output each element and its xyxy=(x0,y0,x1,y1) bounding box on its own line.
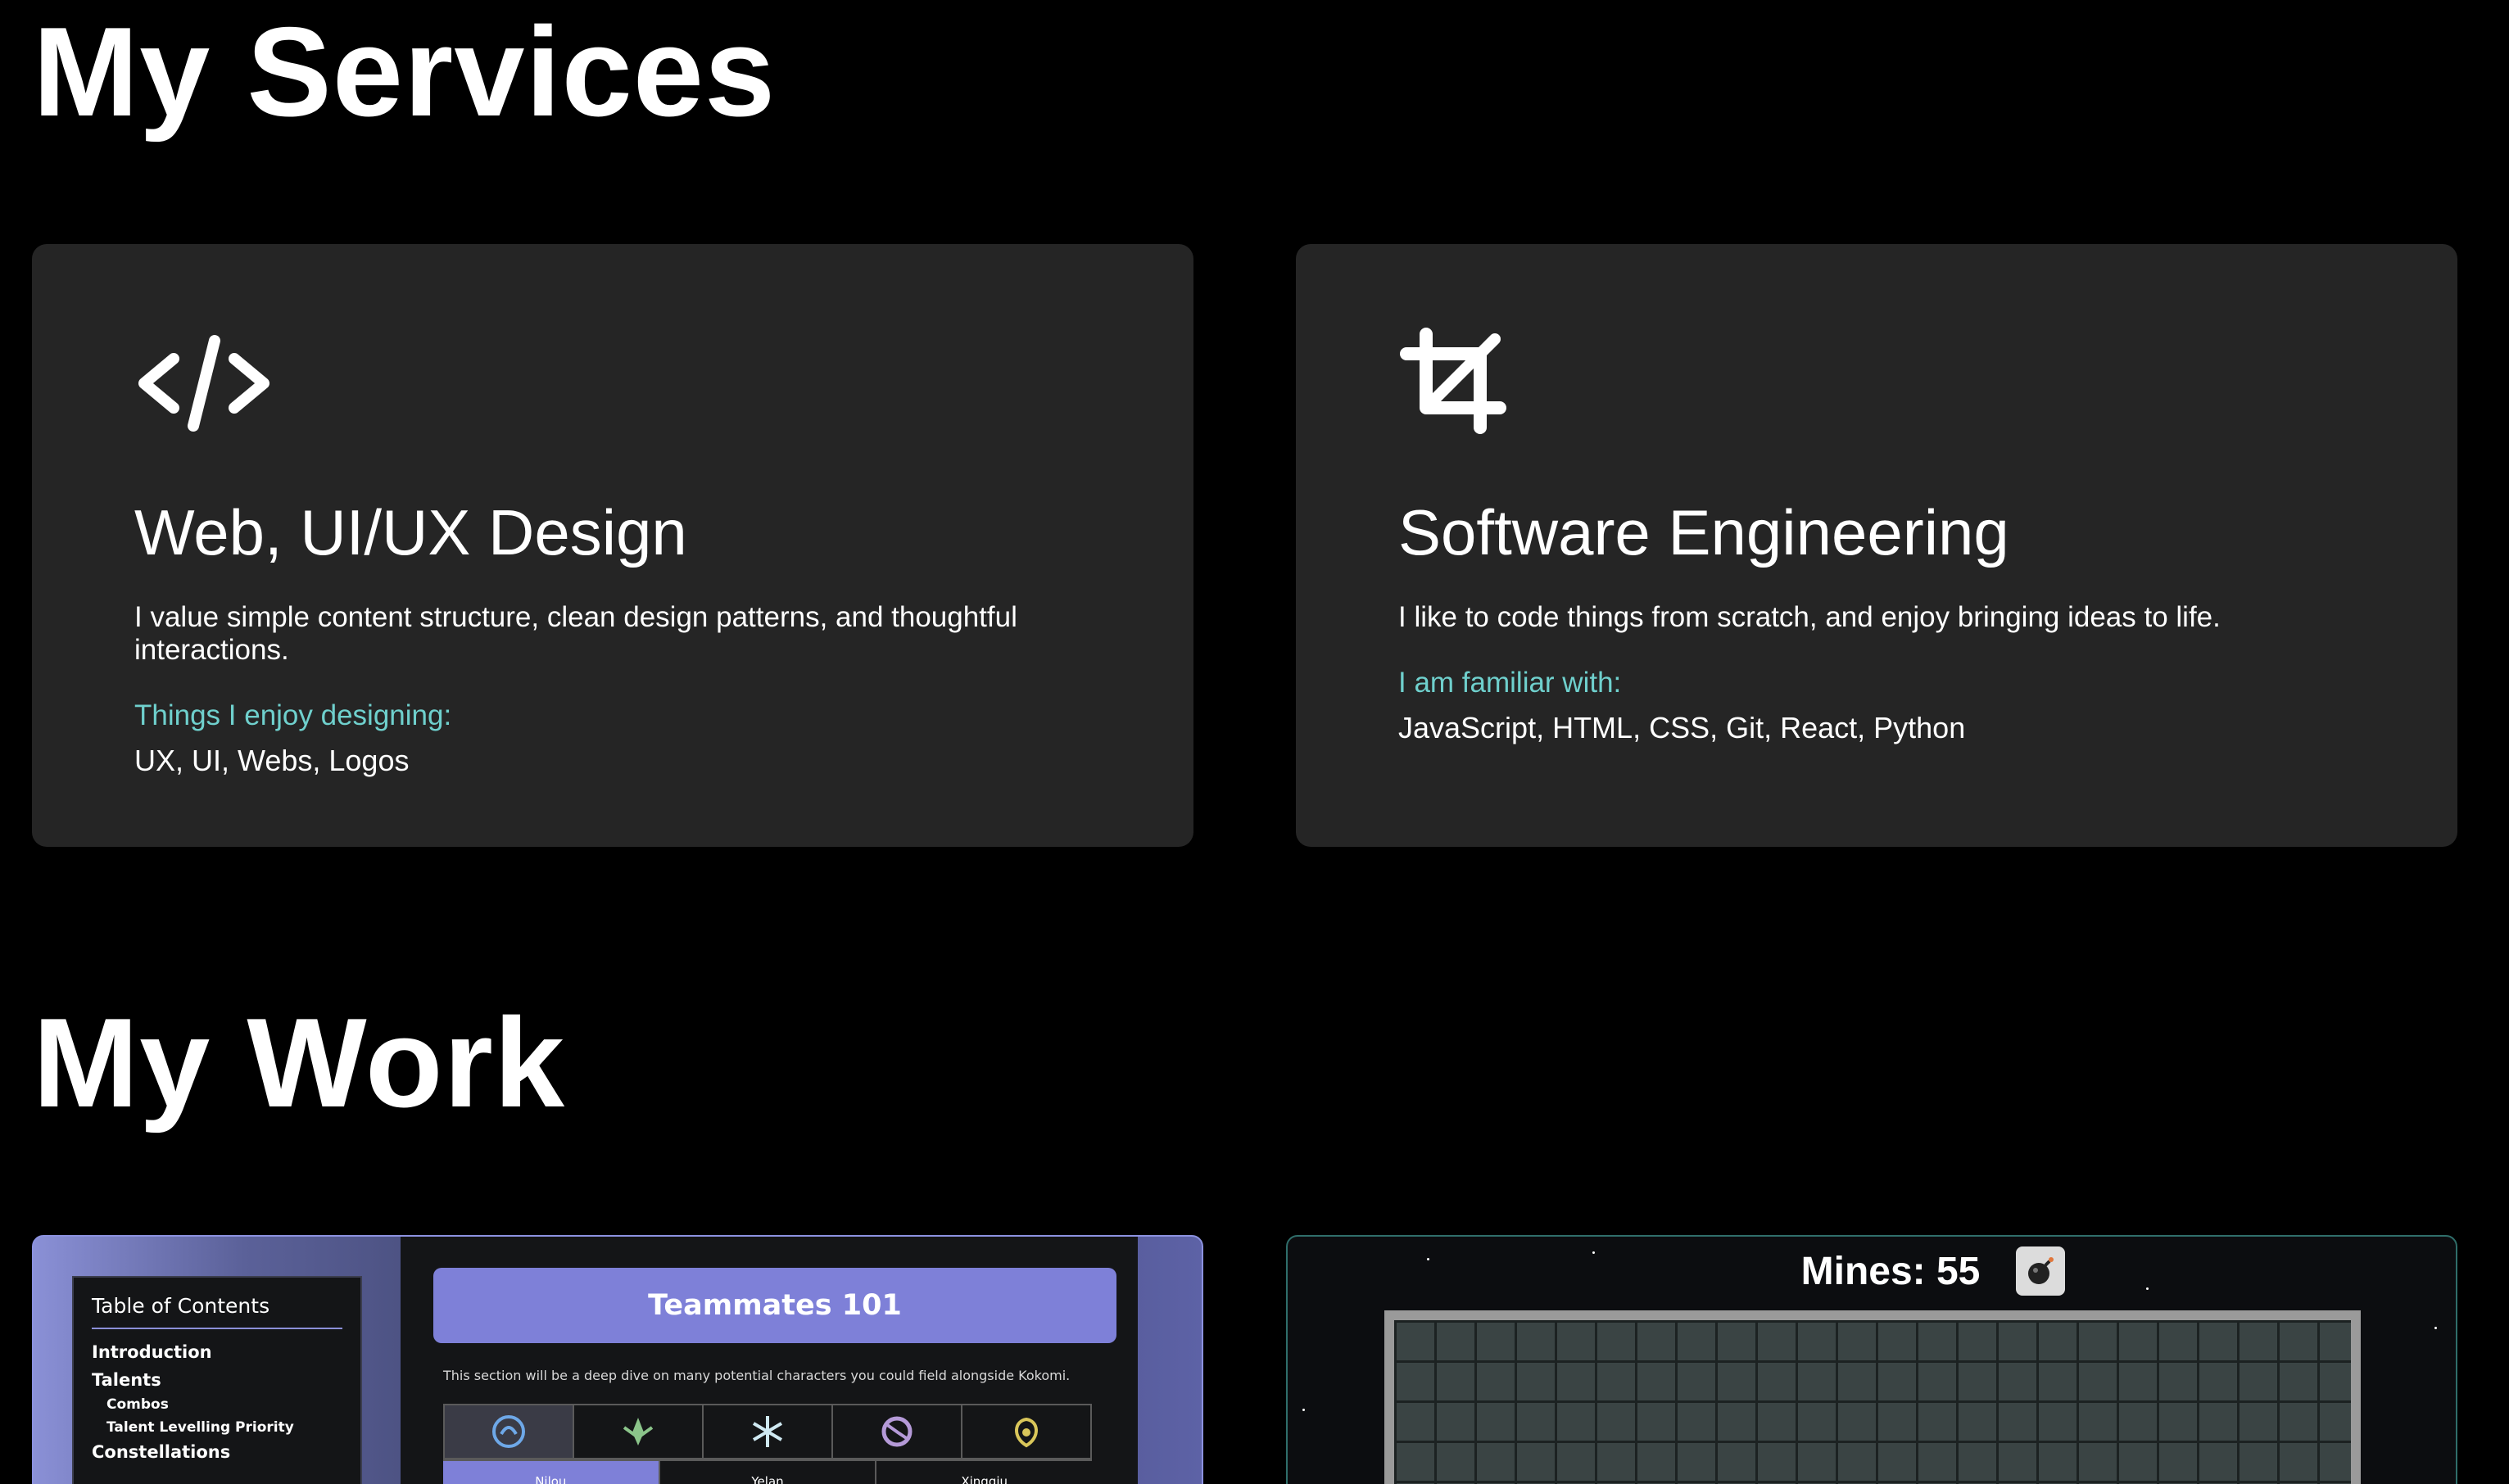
service-description: I like to code things from scratch, and … xyxy=(1398,600,2221,633)
service-title: Software Engineering xyxy=(1398,496,2009,568)
service-card-web-design: Web, UI/UX Design I value simple content… xyxy=(32,244,1193,847)
toc-subitem: Combos xyxy=(106,1396,169,1413)
service-card-software-engineering: Software Engineering I like to code thin… xyxy=(1296,244,2457,847)
work-card-kokomi-guide[interactable]: Table of Contents Introduction Talents C… xyxy=(32,1235,1203,1484)
mines-counter: Mines: 55 xyxy=(1800,1249,1981,1293)
service-title: Web, UI/UX Design xyxy=(134,496,687,568)
star-decoration xyxy=(2434,1327,2437,1329)
minesweeper-header: Mines: 55 xyxy=(1411,1246,2456,1296)
toc-item: Constellations xyxy=(92,1442,231,1462)
teammates-banner: Teammates 101 xyxy=(433,1268,1116,1343)
service-subheading: Things I enjoy designing: xyxy=(134,699,452,731)
services-heading: My Services xyxy=(33,1,777,143)
toc-item: Introduction xyxy=(92,1342,212,1362)
work-card-minesweeper[interactable]: Mines: 55 xyxy=(1286,1235,2457,1484)
crop-icon xyxy=(1400,328,1506,434)
section-note: This section will be a deep dive on many… xyxy=(443,1368,1071,1383)
bomb-button[interactable] xyxy=(2016,1246,2066,1296)
hydro-icon xyxy=(445,1405,574,1458)
service-list: JavaScript, HTML, CSS, Git, React, Pytho… xyxy=(1398,710,1966,744)
service-description: I value simple content structure, clean … xyxy=(134,600,1017,666)
minesweeper-board[interactable] xyxy=(1384,1310,2361,1484)
electro-icon xyxy=(833,1405,962,1458)
service-subheading: I am familiar with: xyxy=(1398,666,1622,699)
service-list: UX, UI, Webs, Logos xyxy=(134,743,410,777)
toc-subitem: Talent Levelling Priority xyxy=(106,1419,294,1436)
code-icon xyxy=(138,335,269,432)
cryo-icon xyxy=(704,1405,833,1458)
table-of-contents-preview: Table of Contents Introduction Talents C… xyxy=(72,1276,362,1484)
geo-icon xyxy=(962,1405,1090,1458)
portfolio-page: My Services Web, UI/UX Design I value si… xyxy=(0,0,2509,1484)
character-tabs: Nilou Yelan Xingqiu xyxy=(443,1459,1093,1484)
toc-title: Table of Contents xyxy=(92,1294,342,1329)
bomb-icon xyxy=(2028,1257,2054,1284)
minesweeper-grid[interactable] xyxy=(1394,1320,2351,1484)
work-heading: My Work xyxy=(33,992,566,1133)
tab-character[interactable]: Yelan xyxy=(659,1459,877,1484)
dendro-icon xyxy=(574,1405,704,1458)
star-decoration xyxy=(1302,1409,1305,1411)
tab-character[interactable]: Nilou xyxy=(443,1459,660,1484)
toc-item: Talents xyxy=(92,1370,161,1390)
guide-content-preview: Teammates 101 This section will be a dee… xyxy=(401,1237,1138,1484)
tab-character[interactable]: Xingqiu xyxy=(876,1459,1093,1484)
element-tabs xyxy=(443,1404,1092,1459)
